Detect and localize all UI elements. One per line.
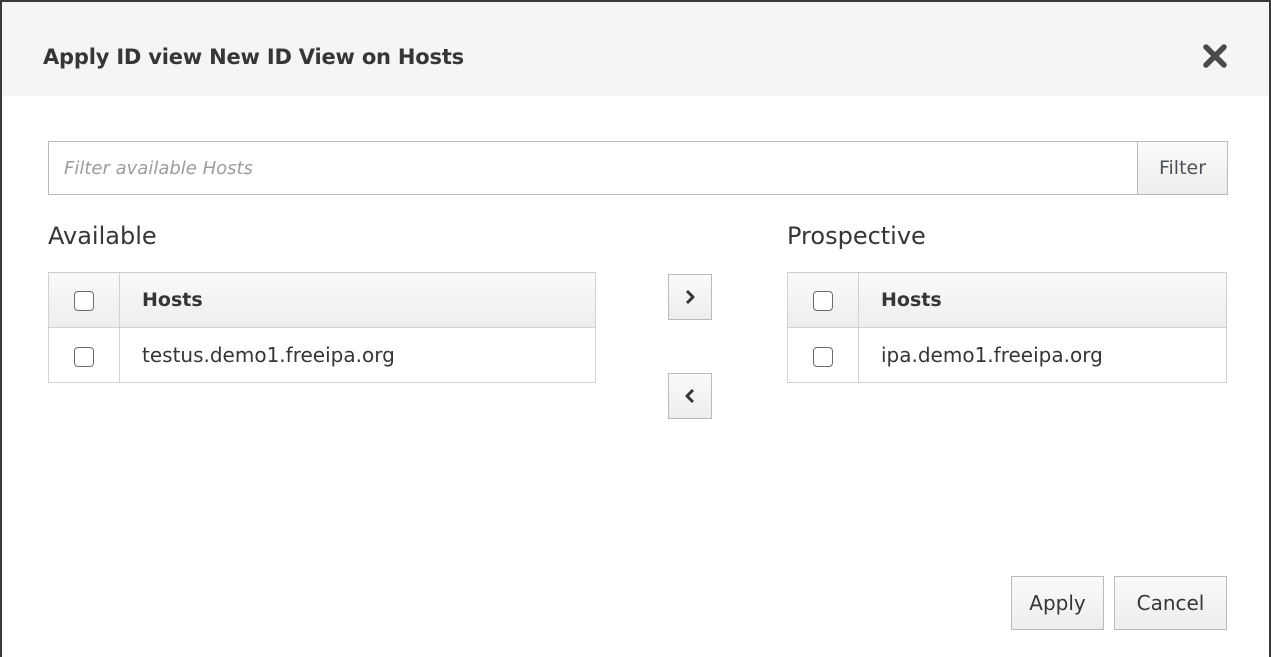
select-all-cell [48,272,120,328]
host-name-cell: testus.demo1.freeipa.org [119,327,596,383]
select-all-prospective-checkbox[interactable] [813,290,833,311]
row-checkbox-cell [787,327,859,383]
dialog-header: Apply ID view New ID View on Hosts [2,2,1269,96]
cancel-button[interactable]: Cancel [1114,576,1227,630]
select-all-available-checkbox[interactable] [74,290,94,311]
chevron-right-icon [685,289,695,305]
row-checkbox[interactable] [74,346,94,367]
available-hosts-table: Hosts testus.demo1.freeipa.org [48,272,596,383]
dialog-title: Apply ID view New ID View on Hosts [43,45,464,69]
hosts-column-header: Hosts [119,272,596,328]
available-label: Available [48,222,157,250]
host-name-cell: ipa.demo1.freeipa.org [858,327,1227,383]
chevron-left-icon [685,388,695,404]
row-checkbox-cell [48,327,120,383]
close-icon[interactable] [1201,42,1229,70]
prospective-label: Prospective [787,222,926,250]
prospective-hosts-table: Hosts ipa.demo1.freeipa.org [787,272,1227,383]
table-row[interactable]: testus.demo1.freeipa.org [48,327,596,383]
row-checkbox[interactable] [813,346,833,367]
hosts-column-header: Hosts [858,272,1227,328]
add-to-prospective-button[interactable] [668,274,712,320]
select-all-cell [787,272,859,328]
apply-button[interactable]: Apply [1011,576,1104,630]
table-header-row: Hosts [787,272,1227,328]
remove-from-prospective-button[interactable] [668,373,712,419]
filter-hosts-input[interactable] [48,141,1138,195]
table-header-row: Hosts [48,272,596,328]
filter-row: Filter [48,141,1228,195]
filter-button[interactable]: Filter [1137,141,1228,195]
table-row[interactable]: ipa.demo1.freeipa.org [787,327,1227,383]
apply-id-view-dialog: Apply ID view New ID View on Hosts Filte… [0,0,1271,657]
